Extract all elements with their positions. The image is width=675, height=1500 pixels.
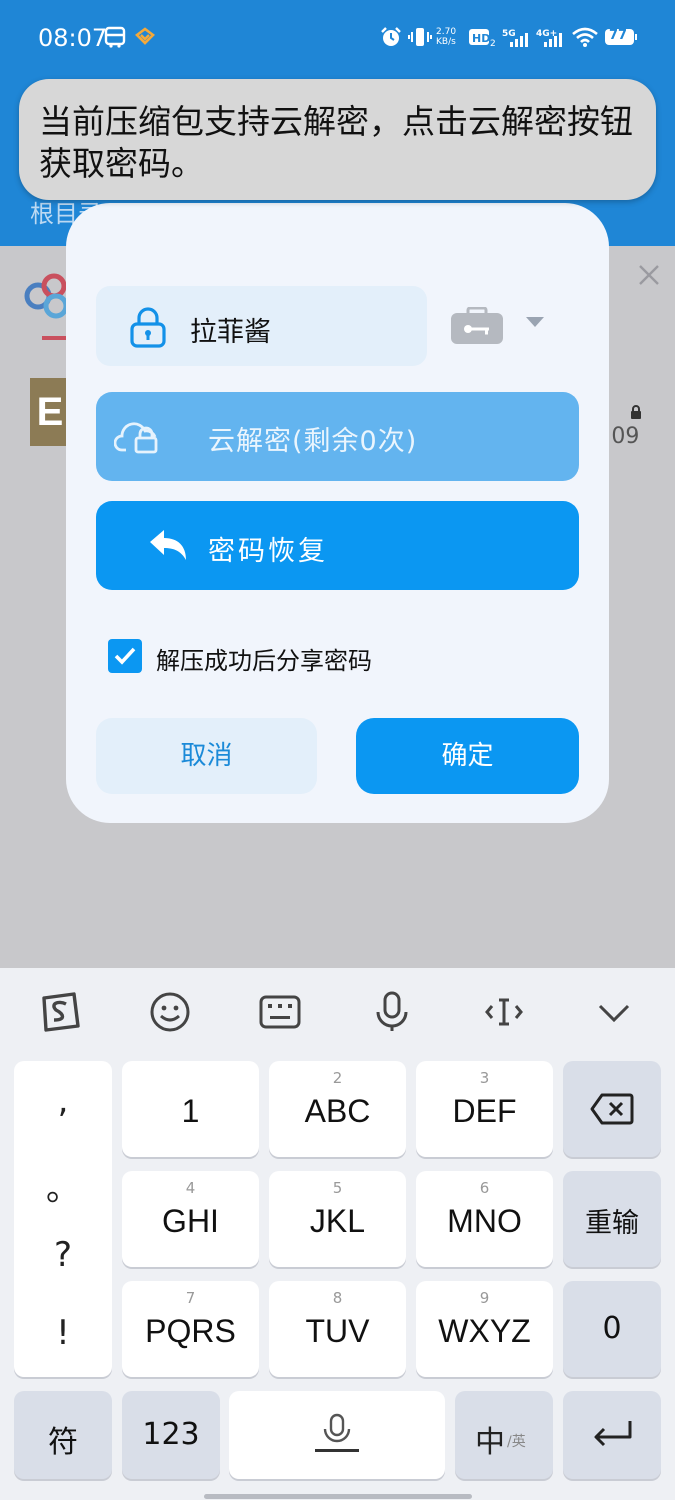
key-number: 7	[185, 1289, 196, 1307]
key-number: 9	[479, 1289, 490, 1307]
emoji-icon[interactable]	[148, 990, 192, 1034]
password-dialog: 拉菲酱 云解密(剩余0次) 密码恢复 解压成功后分享密码 取消 确定	[66, 203, 609, 823]
share-password-label[interactable]: 解压成功后分享密码	[156, 641, 372, 676]
sogou-logo-icon[interactable]	[38, 990, 82, 1034]
svg-text:5G: 5G	[502, 29, 516, 39]
lang-sub-label: /英	[507, 1434, 526, 1450]
status-time: 08:07	[38, 24, 108, 52]
key-8-tuv[interactable]: 8 TUV	[269, 1281, 406, 1377]
chevron-down-icon[interactable]	[526, 317, 544, 327]
hd-icon: HD 2	[468, 26, 498, 48]
key-6-mno[interactable]: 6 MNO	[416, 1171, 553, 1267]
key-letters: TUV	[305, 1313, 370, 1349]
cloud-lock-icon	[113, 418, 162, 454]
key-number: 8	[332, 1289, 343, 1307]
key-letters: WXYZ	[438, 1313, 531, 1349]
zero-label: 0	[602, 1311, 622, 1346]
password-box-icon[interactable]	[450, 306, 504, 345]
key-1[interactable]: 1	[122, 1061, 259, 1157]
lang-main-label: 中	[475, 1425, 505, 1460]
status-bar: 08:07 2.70 KB/s HD 2 5G 4G+ 77	[0, 0, 675, 74]
enter-icon	[594, 1421, 632, 1447]
key-3-def[interactable]: 3 DEF	[416, 1061, 553, 1157]
notification-icon	[104, 26, 126, 48]
enter-key[interactable]	[563, 1391, 661, 1479]
key-2-abc[interactable]: 2 ABC	[269, 1061, 406, 1157]
cloud-decrypt-label: 云解密(剩余0次)	[208, 426, 418, 457]
home-indicator[interactable]	[204, 1494, 472, 1499]
password-recovery-button[interactable]: 密码恢复	[96, 501, 579, 590]
key-number: 3	[479, 1069, 490, 1087]
backspace-key[interactable]	[563, 1061, 661, 1157]
lock-icon	[126, 305, 170, 349]
key-5-jkl[interactable]: 5 JKL	[269, 1171, 406, 1267]
space-mic-icon	[315, 1413, 359, 1452]
share-password-checkbox[interactable]	[108, 639, 142, 673]
key-number: 5	[332, 1179, 343, 1197]
svg-text:HD: HD	[472, 32, 490, 45]
key-7-pqrs[interactable]: 7 PQRS	[122, 1281, 259, 1377]
reply-arrow-icon	[148, 529, 188, 561]
numbers-key[interactable]: 123	[122, 1391, 220, 1479]
signal-4g-icon: 4G+	[536, 26, 566, 48]
key-number: 6	[479, 1179, 490, 1197]
key-letters: DEF	[452, 1093, 517, 1129]
file-icon[interactable]: E	[30, 378, 70, 446]
key-0[interactable]: 0	[563, 1281, 661, 1377]
vibrate-icon	[408, 26, 432, 48]
backspace-icon	[590, 1093, 634, 1125]
cancel-button[interactable]: 取消	[96, 718, 317, 794]
toast-message: 当前压缩包支持云解密，点击云解密按钮获取密码。	[19, 79, 656, 200]
punct-comma[interactable]: ,	[14, 1081, 112, 1121]
password-source-field[interactable]: 拉菲酱	[96, 286, 427, 366]
alarm-icon	[380, 26, 402, 48]
battery-icon: 77	[604, 26, 638, 48]
key-9-wxyz[interactable]: 9 WXYZ	[416, 1281, 553, 1377]
punct-period[interactable]: 。	[14, 1161, 112, 1210]
network-speed: 2.70 KB/s	[436, 27, 457, 47]
svg-text:2: 2	[490, 39, 496, 48]
reenter-label: 重输	[585, 1208, 639, 1239]
key-number: 4	[185, 1179, 196, 1197]
key-letters: ABC	[304, 1093, 371, 1129]
cursor-move-icon[interactable]	[482, 990, 526, 1034]
numbers-label: 123	[142, 1417, 200, 1452]
keyboard-icon[interactable]	[258, 990, 302, 1034]
punct-question[interactable]: ?	[14, 1235, 112, 1275]
key-number: 2	[332, 1069, 343, 1087]
collapse-keyboard-icon[interactable]	[592, 990, 636, 1034]
punct-exclaim[interactable]: !	[14, 1313, 112, 1353]
reenter-key[interactable]: 重输	[563, 1171, 661, 1267]
space-key[interactable]	[229, 1391, 445, 1479]
punctuation-key[interactable]: , 。 ? !	[14, 1061, 112, 1377]
file-time: :09	[604, 424, 640, 449]
password-source-name: 拉菲酱	[190, 317, 271, 348]
key-letters: MNO	[447, 1203, 522, 1239]
confirm-button[interactable]: 确定	[356, 718, 579, 794]
close-icon[interactable]	[636, 262, 662, 288]
cloud-decrypt-button[interactable]: 云解密(剩余0次)	[96, 392, 579, 481]
symbols-label: 符	[48, 1425, 78, 1460]
battery-level: 77	[609, 28, 628, 43]
language-switch-key[interactable]: 中 /英	[455, 1391, 553, 1479]
symbols-key[interactable]: 符	[14, 1391, 112, 1479]
key-letters: 1	[181, 1093, 200, 1129]
key-letters: JKL	[309, 1203, 366, 1239]
signal-5g-icon: 5G	[502, 26, 532, 48]
key-4-ghi[interactable]: 4 GHI	[122, 1171, 259, 1267]
toast-text: 当前压缩包支持云解密，点击云解密按钮获取密码。	[39, 102, 633, 183]
key-letters: GHI	[162, 1203, 219, 1239]
wifi-icon	[572, 26, 598, 48]
app-notification-icon	[134, 26, 156, 48]
microphone-icon[interactable]	[370, 990, 414, 1034]
key-letters: PQRS	[145, 1313, 236, 1349]
password-recovery-label: 密码恢复	[208, 536, 328, 567]
lock-icon	[629, 405, 643, 419]
